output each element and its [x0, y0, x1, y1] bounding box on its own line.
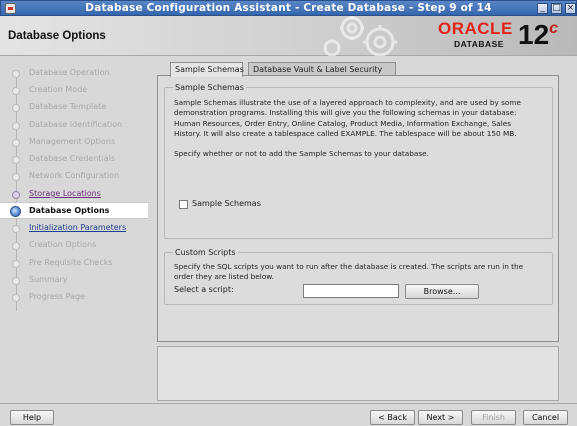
step-dot-icon	[12, 122, 20, 130]
minimize-icon[interactable]: _	[537, 3, 548, 14]
step-current-icon	[10, 206, 21, 217]
next-button[interactable]: Next >	[418, 410, 463, 425]
step-prerequisite-checks: Pre Requisite Checks	[0, 255, 148, 272]
finish-button[interactable]: Finish	[471, 410, 516, 425]
custom-scripts-group-title: Custom Scripts	[173, 248, 238, 257]
sample-schemas-checkbox-label[interactable]: Sample Schemas	[192, 199, 261, 208]
page-header: Database Options ORACLE DATABASE 12c	[0, 16, 577, 56]
cancel-button[interactable]: Cancel	[523, 410, 568, 425]
sample-schemas-group-title: Sample Schemas	[173, 83, 246, 92]
custom-scripts-group: Custom Scripts Specify the SQL scripts y…	[164, 248, 553, 305]
step-dot-icon	[12, 277, 20, 285]
page-title: Database Options	[8, 30, 106, 42]
step-dot-icon	[12, 225, 20, 233]
step-progress-page: Progress Page	[0, 289, 148, 306]
sample-schemas-group: Sample Schemas Sample Schemas illustrate…	[164, 83, 553, 239]
window-titlebar[interactable]: Database Configuration Assistant - Creat…	[0, 0, 577, 16]
step-dot-icon	[12, 260, 20, 268]
script-path-input[interactable]	[303, 284, 399, 298]
footer-divider	[0, 403, 577, 404]
step-network-configuration: Network Configuration	[0, 168, 148, 185]
gears-icon	[323, 16, 397, 56]
back-button[interactable]: < Back	[370, 410, 415, 425]
step-creation-options: Creation Options	[0, 237, 148, 254]
browse-button[interactable]: Browse...	[405, 284, 479, 299]
step-summary: Summary	[0, 272, 148, 289]
maximize-icon[interactable]: □	[551, 3, 562, 14]
messages-panel	[157, 346, 559, 401]
steps-sidebar: Database Operation Creation Mode Databas…	[0, 57, 148, 403]
step-dot-icon	[12, 294, 20, 302]
version-logo: 12c	[518, 19, 559, 50]
step-dot-icon	[12, 156, 20, 164]
step-database-options[interactable]: Database Options	[0, 202, 148, 219]
step-dot-icon	[12, 173, 20, 181]
step-dot-icon	[12, 70, 20, 78]
step-management-options: Management Options	[0, 134, 148, 151]
step-database-identification: Database Identification	[0, 117, 148, 134]
step-creation-mode: Creation Mode	[0, 82, 148, 99]
custom-scripts-description: Specify the SQL scripts you want to run …	[174, 262, 524, 282]
step-database-template: Database Template	[0, 99, 148, 116]
step-dot-icon	[12, 242, 20, 250]
step-initialization-parameters[interactable]: Initialization Parameters	[0, 220, 148, 237]
close-icon[interactable]: ×	[565, 3, 576, 14]
oracle-logo: ORACLE DATABASE	[438, 19, 513, 49]
step-dot-icon	[12, 104, 20, 112]
sample-schemas-description: Sample Schemas illustrate the use of a l…	[174, 98, 521, 138]
step-dot-icon	[12, 191, 20, 199]
sample-schemas-prompt: Specify whether or not to add the Sample…	[174, 149, 429, 158]
step-dot-icon	[12, 87, 20, 95]
step-database-operation: Database Operation	[0, 65, 148, 82]
step-storage-locations[interactable]: Storage Locations	[0, 186, 148, 203]
tab-database-vault[interactable]: Database Vault & Label Security	[248, 62, 396, 76]
select-script-label: Select a script:	[174, 285, 234, 294]
main-content: Sample Schemas Database Vault & Label Se…	[157, 62, 559, 342]
tab-panel: Sample Schemas Sample Schemas illustrate…	[157, 75, 559, 342]
sample-schemas-checkbox[interactable]	[179, 200, 188, 209]
help-button[interactable]: Help	[10, 410, 54, 425]
window-title: Database Configuration Assistant - Creat…	[85, 2, 492, 14]
tab-sample-schemas[interactable]: Sample Schemas	[170, 62, 244, 77]
step-dot-icon	[12, 139, 20, 147]
step-database-credentials: Database Credentials	[0, 151, 148, 168]
